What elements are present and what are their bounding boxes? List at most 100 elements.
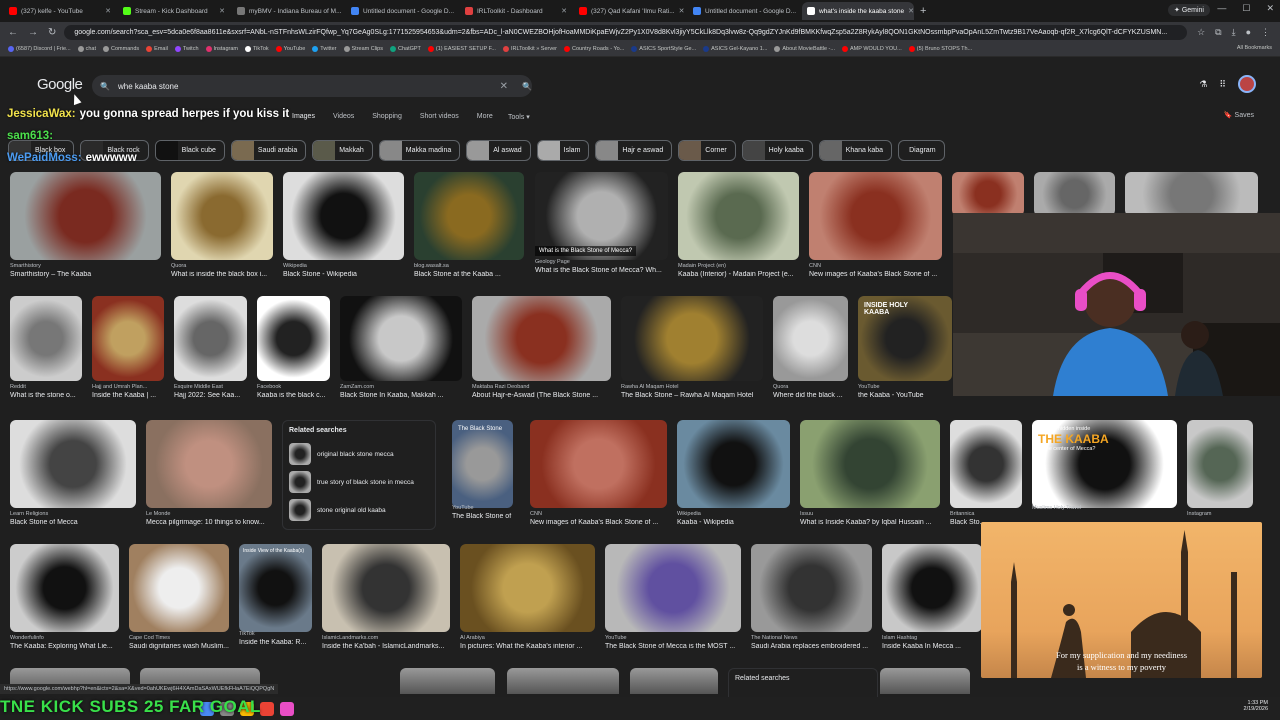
browser-tab[interactable]: IRLToolkit - Dashboard ✕ [460,2,572,20]
result-thumbnail[interactable] [882,544,982,632]
image-result-card[interactable]: What is hidden inside THE KAABA at the cen… [1032,420,1177,511]
bookmark-star-icon[interactable]: ☆ [1197,27,1205,38]
image-result-card[interactable] [952,172,1024,216]
result-thumbnail[interactable] [10,544,119,632]
maximize-icon[interactable]: ☐ [1242,3,1250,14]
tab-close-icon[interactable]: ✕ [561,7,567,15]
extensions-icon[interactable]: ⧉ [1215,27,1221,38]
browser-tab[interactable]: (327) Qad Kafani 'Ilmu Rati... ✕ [574,2,686,20]
result-thumbnail[interactable] [530,420,667,508]
result-title[interactable]: Kaaba - Wikipedia [677,519,790,526]
result-thumbnail[interactable] [472,296,611,381]
search-submit-icon[interactable]: 🔍 [522,82,532,91]
profile-icon[interactable]: ● [1246,27,1251,38]
result-title[interactable]: Inside the Kaaba: R... [239,639,312,646]
bookmark-item[interactable]: Commands [103,46,139,52]
result-title[interactable]: The Kaaba: Exploring What Lie... [10,643,119,650]
result-title[interactable]: New images of Kaaba's Black Stone of ... [530,519,667,526]
related-search-item[interactable]: true story of black stone in mecca [289,468,429,496]
image-result-card[interactable]: Islam Hashtag Inside Kaaba In Mecca ... [882,544,982,650]
result-thumbnail[interactable] [322,544,450,632]
filter-chip[interactable]: Islam [536,140,590,161]
bookmark-item[interactable]: chat [77,46,96,52]
tab-close-icon[interactable]: ✕ [679,7,685,15]
result-thumbnail[interactable] [952,172,1024,216]
result-thumbnail[interactable] [800,420,940,508]
image-result-card[interactable]: blog.wasalt.sa Black Stone at the Kaaba .… [414,172,524,278]
result-title[interactable]: What is the Black Stone of Mecca? Wh... [535,267,668,274]
browser-tab[interactable]: what's inside the kaaba stone ✕ [802,2,914,20]
forward-icon[interactable]: → [28,27,38,38]
result-thumbnail[interactable] [809,172,942,260]
result-title[interactable]: Smarthistory – The Kaaba [10,271,161,278]
image-result-card[interactable]: Smarthistory Smarthistory – The Kaaba [10,172,161,278]
image-result-card[interactable]: Wikipedia Kaaba - Wikipedia [677,420,790,526]
image-result-card[interactable] [507,668,619,694]
obs-icon[interactable] [280,701,294,716]
bookmark-item[interactable]: About MovieBattle -... [774,46,835,52]
result-title[interactable]: What is inside the black box i... [171,271,273,278]
filter-chip[interactable]: Al aswad [466,140,531,161]
chrome-icon[interactable] [260,701,274,716]
filter-chip[interactable]: Holy kaaba [741,140,813,161]
bookmark-item[interactable]: Twitch [174,46,199,52]
result-thumbnail[interactable] [950,420,1022,508]
result-title[interactable]: Kaaba (Interior) - Madain Project (e... [678,271,799,278]
result-thumbnail[interactable] [129,544,229,632]
result-thumbnail[interactable] [1187,420,1253,508]
result-thumbnail[interactable] [257,296,330,381]
image-result-card[interactable]: CNN New images of Kaaba's Black Stone of … [809,172,942,278]
filter-chip[interactable]: Makka madina [378,140,461,161]
result-title[interactable]: The Black Stone – Rawha Al Maqam Hotel [621,392,763,399]
tab-close-icon[interactable]: ✕ [219,7,225,15]
result-title[interactable]: Kaaba is the black c... [257,392,330,399]
result-title[interactable]: Where did the black ... [773,392,848,399]
image-result-card[interactable]: The Black Stone YouTube The Black Stone of… [452,420,513,520]
image-result-card[interactable]: Inside View of the Kaaba(s) TikTok Inside … [239,544,312,646]
filter-chip[interactable]: Diagram [898,140,945,161]
result-thumbnail[interactable] [340,296,462,381]
image-result-card[interactable]: Hajj and Umrah Plan... Inside the Kaaba |… [92,296,164,399]
result-thumbnail[interactable] [1034,172,1115,216]
image-result-card[interactable]: Maktaba Razi Deoband About Hajr-e-Aswad (… [472,296,611,399]
image-result-card[interactable]: Rawha Al Maqam Hotel The Black Stone – Ra… [621,296,763,399]
search-box[interactable]: 🔍 whe kaaba stone ✕ 🔍 [92,75,532,97]
image-result-card[interactable]: Esquire Middle East Hajj 2022: See Kaa... [174,296,247,399]
url-field[interactable]: google.com/search?sca_esv=5dca0e6f8aa861… [64,24,1188,40]
image-result-card[interactable]: Quora Where did the black ... [773,296,848,399]
filter-chip[interactable]: Corner [678,140,736,161]
tab-close-icon[interactable]: ✕ [908,7,914,15]
bookmark-item[interactable]: Email [146,46,168,52]
filter-chip[interactable]: Saudi arabia [230,140,307,161]
back-icon[interactable]: ← [8,27,18,38]
image-result-card[interactable] [880,668,970,694]
all-bookmarks-button[interactable]: All Bookmarks [1237,45,1272,51]
image-result-card[interactable]: YouTube The Black Stone of Mecca is the M… [605,544,741,650]
reload-icon[interactable]: ↻ [48,27,56,38]
search-tab-more[interactable]: More [477,113,493,120]
image-result-card[interactable]: Quora What is inside the black box i... [171,172,273,278]
clear-search-icon[interactable]: ✕ [500,81,508,92]
image-result-card[interactable] [630,668,718,694]
minimize-icon[interactable]: — [1217,3,1226,14]
image-result-card[interactable] [400,668,495,694]
image-result-card[interactable] [1034,172,1115,216]
image-result-card[interactable]: Reddit What is the stone o... [10,296,82,399]
related-search-item[interactable]: original black stone mecca [289,440,429,468]
bookmark-item[interactable]: TikTok [244,46,269,52]
browser-tab[interactable]: myBMV - Indiana Bureau of M...✕ [232,2,344,20]
result-thumbnail[interactable] [92,296,164,381]
image-result-card[interactable]: Wonderfulinfo The Kaaba: Exploring What L… [10,544,119,650]
result-thumbnail[interactable] [171,172,273,260]
result-title[interactable]: What is Inside Kaaba? by Iqbal Hussain .… [800,519,940,526]
image-result-card[interactable]: ZamZam.com Black Stone In Kaaba, Makkah .… [340,296,462,399]
result-thumbnail[interactable] [751,544,872,632]
bookmark-item[interactable]: Stream Clips [343,46,383,52]
search-tab-shopping[interactable]: Shopping [372,113,402,120]
result-title[interactable]: The Black Stone of ... [452,513,513,520]
search-input[interactable]: whe kaaba stone [118,82,492,91]
image-result-card[interactable]: Issuu What is Inside Kaaba? by Iqbal Huss… [800,420,940,526]
result-title[interactable]: In pictures: What the Kaaba's interior .… [460,643,595,650]
bookmark-item[interactable]: YouTube [275,46,305,52]
tools-button[interactable]: Tools ▾ [508,113,530,121]
